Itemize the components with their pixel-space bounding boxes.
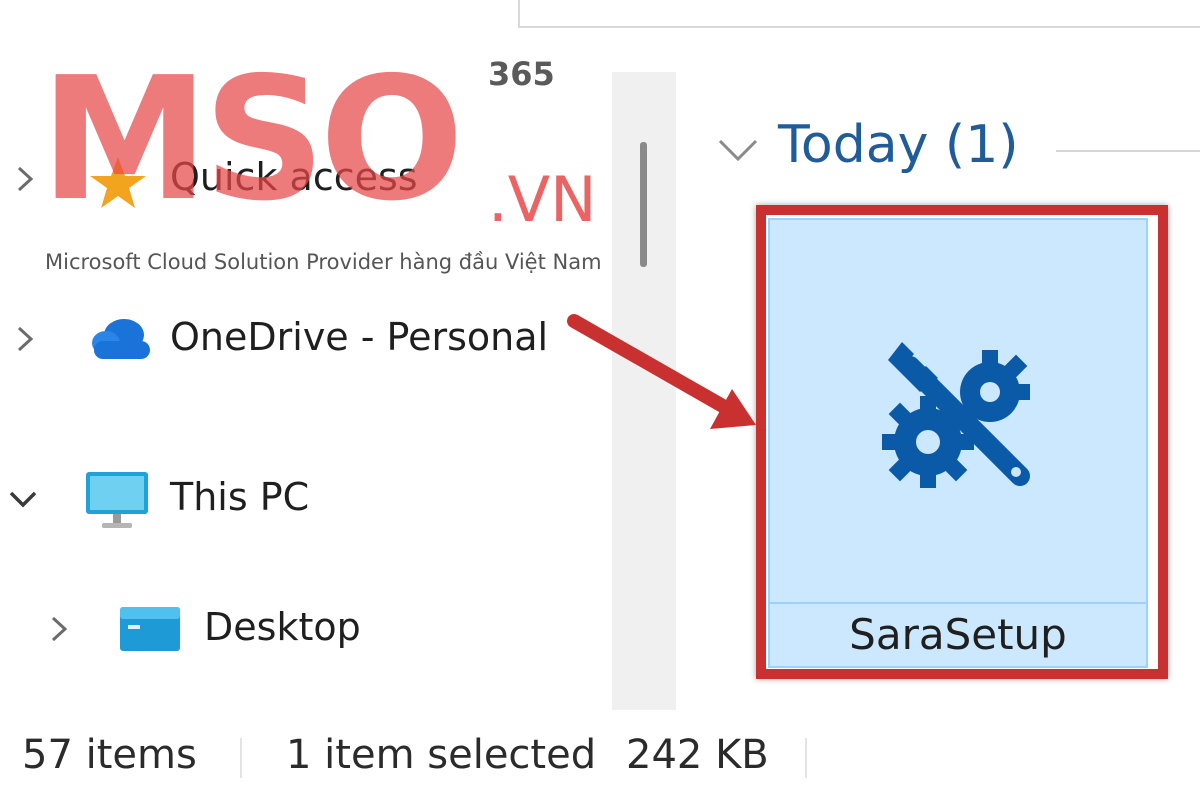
nav-item-label: This PC bbox=[170, 475, 310, 519]
nav-item-desktop[interactable]: Desktop bbox=[0, 585, 612, 675]
nav-item-label: OneDrive - Personal bbox=[170, 315, 549, 359]
status-separator bbox=[805, 738, 807, 778]
chevron-down-icon[interactable] bbox=[6, 482, 40, 516]
watermark-logo: MSO 365 .VN Microsoft Cloud Solution Pro… bbox=[40, 55, 620, 285]
status-size: 242 KB bbox=[626, 732, 769, 778]
watermark-suffix: .VN bbox=[488, 163, 597, 236]
watermark-brand: MSO bbox=[40, 41, 464, 239]
group-collapse-chevron-icon[interactable] bbox=[716, 127, 760, 171]
nav-item-label: Desktop bbox=[204, 605, 361, 649]
address-bar[interactable] bbox=[518, 0, 1200, 28]
watermark-superscript: 365 bbox=[488, 55, 555, 93]
chevron-right-icon[interactable] bbox=[8, 162, 42, 196]
group-header-title[interactable]: Today (1) bbox=[778, 115, 1019, 175]
desktop-folder-icon bbox=[118, 603, 182, 655]
status-bar: 57 items 1 item selected 242 KB bbox=[0, 710, 1200, 800]
nav-item-this-pc[interactable]: This PC bbox=[0, 455, 612, 545]
highlight-annotation-box bbox=[756, 205, 1168, 679]
watermark-tagline: Microsoft Cloud Solution Provider hàng đ… bbox=[45, 250, 602, 274]
annotation-arrow-icon bbox=[560, 305, 770, 445]
status-item-count: 57 items bbox=[22, 732, 197, 778]
nav-item-onedrive[interactable]: OneDrive - Personal bbox=[0, 295, 612, 385]
chevron-right-icon[interactable] bbox=[8, 322, 42, 356]
cloud-icon bbox=[84, 315, 154, 363]
monitor-icon bbox=[84, 470, 150, 532]
group-divider bbox=[1056, 150, 1200, 152]
chevron-right-icon[interactable] bbox=[42, 612, 76, 646]
status-separator bbox=[240, 738, 242, 778]
status-selection: 1 item selected bbox=[286, 732, 597, 778]
scrollbar-thumb[interactable] bbox=[640, 142, 647, 267]
